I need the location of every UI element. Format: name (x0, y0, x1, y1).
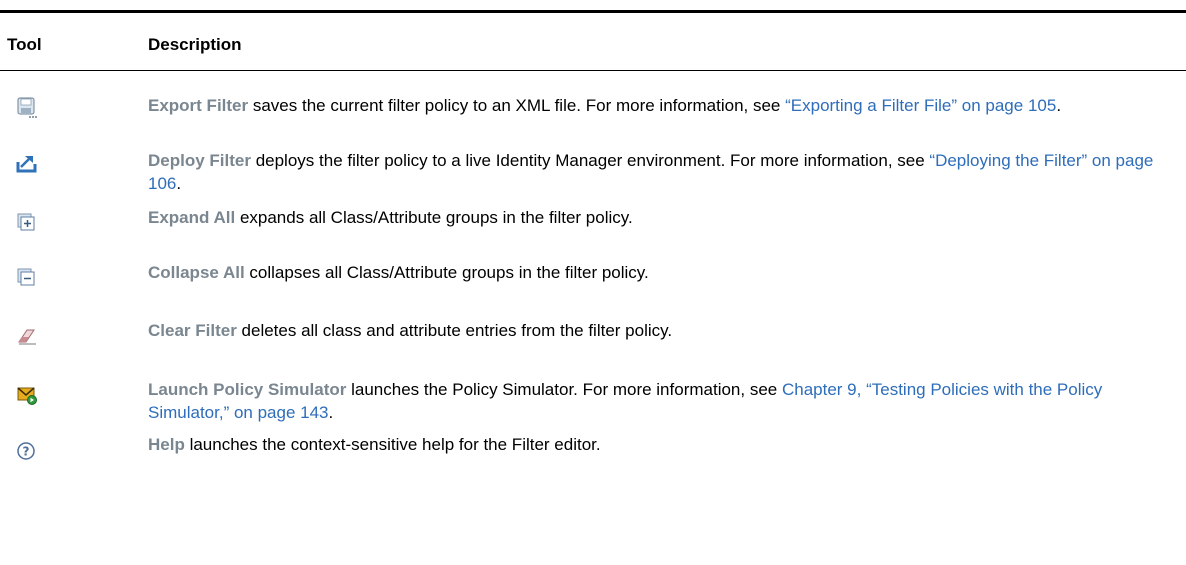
description-export-filter: Export Filter saves the current filter p… (148, 96, 1062, 115)
table-header-rule (0, 70, 1186, 71)
table-top-rule (0, 10, 1186, 13)
deploy-icon (16, 152, 38, 174)
header-description: Description (148, 35, 242, 54)
link-exporting-a-filter-file[interactable]: “Exporting a Filter File” on page 105 (785, 96, 1056, 115)
term-export-filter: Export Filter (148, 96, 249, 115)
description-launch-policy-simulator: Launch Policy Simulator launches the Pol… (148, 380, 1103, 422)
policy-simulator-icon (16, 384, 38, 406)
expand-all-icon (16, 212, 38, 234)
description-clear-filter: Clear Filter deletes all class and attri… (148, 321, 673, 340)
description-collapse-all: Collapse All collapses all Class/Attribu… (148, 263, 649, 282)
save-filter-icon (16, 97, 38, 119)
header-tool: Tool (7, 35, 42, 54)
term-deploy-filter: Deploy Filter (148, 151, 251, 170)
term-launch-policy-simulator: Launch Policy Simulator (148, 380, 347, 399)
eraser-icon (16, 325, 38, 347)
term-collapse-all: Collapse All (148, 263, 245, 282)
description-deploy-filter: Deploy Filter deploys the filter policy … (148, 151, 1154, 193)
help-icon: ? (16, 440, 38, 462)
collapse-all-icon (16, 267, 38, 289)
svg-text:?: ? (23, 445, 30, 459)
term-help: Help (148, 435, 185, 454)
term-expand-all: Expand All (148, 208, 236, 227)
term-clear-filter: Clear Filter (148, 321, 237, 340)
description-expand-all: Expand All expands all Class/Attribute g… (148, 208, 633, 227)
description-help: Help launches the context-sensitive help… (148, 435, 601, 454)
